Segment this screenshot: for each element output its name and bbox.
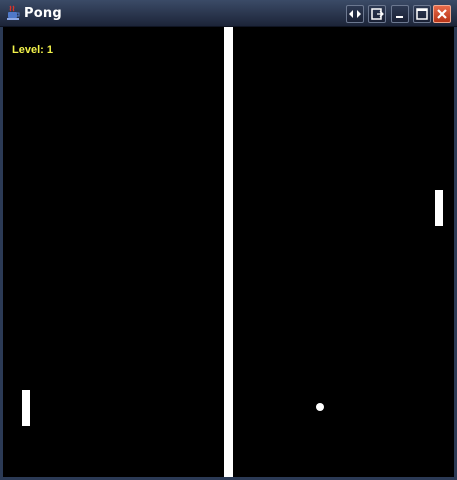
center-net [224, 27, 233, 477]
right-paddle [435, 190, 443, 226]
minimize-button[interactable] [391, 5, 409, 23]
title-bar[interactable]: Pong [0, 0, 457, 27]
ball [316, 403, 324, 411]
maximize-icon [416, 8, 428, 20]
restore-window-button[interactable] [368, 5, 386, 23]
window-title: Pong [24, 6, 62, 21]
resize-arrows-button[interactable] [346, 5, 364, 23]
left-paddle [22, 390, 30, 426]
close-button[interactable] [433, 5, 451, 23]
restore-window-icon [371, 8, 384, 20]
close-icon [437, 9, 447, 19]
pong-window: Pong Level: 1 [0, 0, 457, 480]
resize-arrows-icon [349, 10, 361, 18]
level-label: Level: 1 [12, 44, 53, 56]
maximize-button[interactable] [413, 5, 431, 23]
java-cup-icon [6, 5, 20, 21]
game-canvas[interactable]: Level: 1 [3, 27, 454, 477]
minimize-icon [396, 16, 403, 18]
